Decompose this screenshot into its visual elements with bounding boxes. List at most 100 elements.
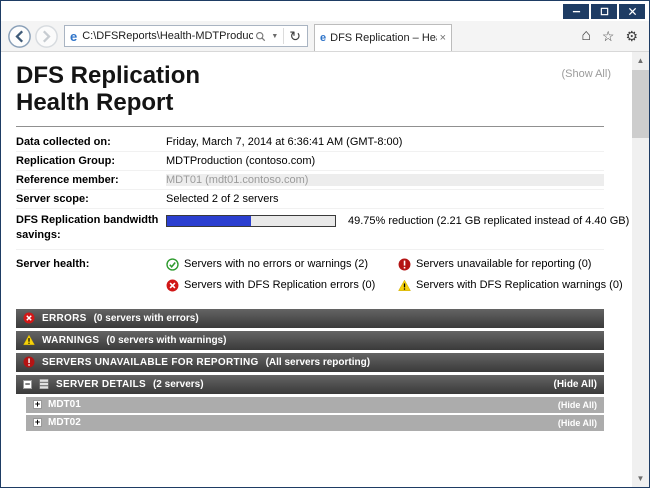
server-name: MDT02 [48, 417, 81, 428]
ie-logo-icon: e [70, 30, 77, 43]
server-icon [38, 378, 50, 390]
section-title: ERRORS [42, 313, 87, 324]
field-row-reference-member: Reference member: MDT01 (mdt01.contoso.c… [16, 171, 604, 190]
server-name: MDT01 [48, 399, 81, 410]
back-button[interactable] [7, 24, 32, 49]
expand-toggle-icon[interactable]: + [33, 400, 42, 409]
dfs-health-report: (Show All) DFS ReplicationHealth Report … [1, 52, 649, 431]
page-content: (Show All) DFS ReplicationHealth Report … [1, 52, 649, 487]
bandwidth-progressbar [166, 215, 336, 227]
field-label: Data collected on: [16, 136, 166, 148]
collapse-toggle-icon[interactable]: − [23, 380, 32, 389]
minimize-icon [572, 7, 581, 16]
field-value: MDT01 (mdt01.contoso.com) [166, 174, 604, 186]
favorites-star-icon[interactable]: ☆ [602, 29, 615, 43]
field-value: Friday, March 7, 2014 at 6:36:41 AM (GMT… [166, 136, 402, 148]
bandwidth-progress-fill [167, 216, 251, 226]
browser-window: e C:\DFSReports\Health-MDTProduction-07M… [0, 0, 650, 488]
window-controls [563, 4, 645, 19]
page-title: DFS ReplicationHealth Report [16, 62, 604, 116]
section-detail: (0 servers with errors) [94, 313, 199, 324]
error-circle-icon [166, 279, 179, 292]
field-row-server-scope: Server scope: Selected 2 of 2 servers [16, 190, 604, 209]
server-health-grid: Servers with no errors or warnings (2) S… [166, 258, 623, 292]
section-servers-unavailable[interactable]: SERVERS UNAVAILABLE FOR REPORTING (All s… [16, 353, 604, 372]
field-value: Selected 2 of 2 servers [166, 193, 279, 205]
navigation-bar: e C:\DFSReports\Health-MDTProduction-07M… [1, 21, 649, 52]
server-health-label: Server health: [16, 258, 166, 292]
title-line-1: DFS Replication [16, 62, 200, 89]
health-item-warnings: Servers with DFS Replication warnings (0… [398, 279, 623, 292]
scroll-down-arrow-icon[interactable]: ▼ [632, 470, 649, 487]
address-separator [283, 28, 284, 44]
bandwidth-label: DFS Replication bandwidth savings: [16, 213, 166, 243]
tab-close-icon[interactable]: × [440, 33, 446, 44]
address-dropdown-icon[interactable]: ▼ [268, 33, 281, 40]
health-item-text: Servers with DFS Replication errors (0) [184, 279, 375, 291]
forward-button[interactable] [34, 24, 59, 49]
error-circle-icon [23, 312, 35, 324]
address-bar[interactable]: e C:\DFSReports\Health-MDTProduction-07M… [64, 25, 308, 47]
health-item-ok: Servers with no errors or warnings (2) [166, 258, 398, 271]
warning-triangle-icon [398, 279, 411, 292]
field-row-replication-group: Replication Group: MDTProduction (contos… [16, 152, 604, 171]
maximize-icon [600, 7, 609, 16]
field-label: Reference member: [16, 174, 166, 186]
section-server-details[interactable]: − SERVER DETAILS (2 servers) (Hide All) [16, 375, 604, 394]
expand-toggle-icon[interactable]: + [33, 418, 42, 427]
section-detail: (2 servers) [153, 379, 204, 390]
close-icon [628, 7, 637, 16]
close-button[interactable] [619, 4, 645, 19]
tab-title: DFS Replication – Health Re... [330, 32, 436, 44]
address-input[interactable]: C:\DFSReports\Health-MDTProduction-07M [82, 30, 253, 42]
section-title: SERVER DETAILS [56, 379, 146, 390]
unavailable-circle-icon [23, 356, 35, 368]
bandwidth-savings-row: DFS Replication bandwidth savings: 49.75… [16, 209, 604, 250]
scroll-up-arrow-icon[interactable]: ▲ [632, 52, 649, 69]
section-warnings[interactable]: WARNINGS (0 servers with warnings) [16, 331, 604, 350]
server-row-mdt01[interactable]: + MDT01 (Hide All) [26, 397, 604, 413]
minimize-button[interactable] [563, 4, 589, 19]
hide-all-link[interactable]: (Hide All) [558, 400, 597, 410]
hide-all-link[interactable]: (Hide All) [553, 379, 597, 390]
section-title: SERVERS UNAVAILABLE FOR REPORTING [42, 357, 259, 368]
health-item-unavailable: Servers unavailable for reporting (0) [398, 258, 623, 271]
search-icon[interactable] [253, 31, 268, 42]
health-item-text: Servers unavailable for reporting (0) [416, 258, 591, 270]
title-bar [1, 1, 649, 21]
title-divider [16, 126, 604, 127]
server-row-mdt02[interactable]: + MDT02 (Hide All) [26, 415, 604, 431]
health-item-text: Servers with DFS Replication warnings (0… [416, 279, 623, 291]
browser-toolbar-icons: ⌂ ☆ ⚙ [581, 28, 645, 44]
unavailable-circle-icon [398, 258, 411, 271]
settings-gear-icon[interactable]: ⚙ [625, 29, 638, 43]
refresh-icon[interactable]: ↻ [286, 29, 304, 43]
ok-circle-icon [166, 258, 179, 271]
section-title: WARNINGS [42, 335, 99, 346]
home-icon[interactable]: ⌂ [581, 28, 591, 44]
bandwidth-summary: 49.75% reduction (2.21 GB replicated ins… [348, 215, 629, 227]
bandwidth-value: 49.75% reduction (2.21 GB replicated ins… [166, 215, 629, 227]
health-item-errors: Servers with DFS Replication errors (0) [166, 279, 398, 292]
tab-dfs-replication-health-report[interactable]: e DFS Replication – Health Re... × [314, 24, 452, 51]
maximize-button[interactable] [591, 4, 617, 19]
section-detail: (0 servers with warnings) [106, 335, 226, 346]
warning-triangle-icon [23, 334, 35, 346]
server-health-row: Server health: Servers with no errors or… [16, 250, 604, 296]
back-icon [7, 24, 32, 49]
field-label: Server scope: [16, 193, 166, 205]
vertical-scrollbar[interactable]: ▲ ▼ [632, 52, 649, 487]
field-row-data-collected: Data collected on: Friday, March 7, 2014… [16, 133, 604, 152]
field-value: MDTProduction (contoso.com) [166, 155, 315, 167]
title-line-2: Health Report [16, 89, 173, 116]
health-item-text: Servers with no errors or warnings (2) [184, 258, 368, 270]
tab-favicon: e [320, 32, 326, 44]
section-errors[interactable]: ERRORS (0 servers with errors) [16, 309, 604, 328]
show-all-link[interactable]: (Show All) [561, 68, 611, 80]
hide-all-link[interactable]: (Hide All) [558, 418, 597, 428]
scrollbar-thumb[interactable] [632, 70, 649, 138]
report-sections: ERRORS (0 servers with errors) WARNINGS … [16, 309, 604, 431]
section-detail: (All servers reporting) [266, 357, 370, 368]
field-label: Replication Group: [16, 155, 166, 167]
forward-icon [34, 24, 59, 49]
